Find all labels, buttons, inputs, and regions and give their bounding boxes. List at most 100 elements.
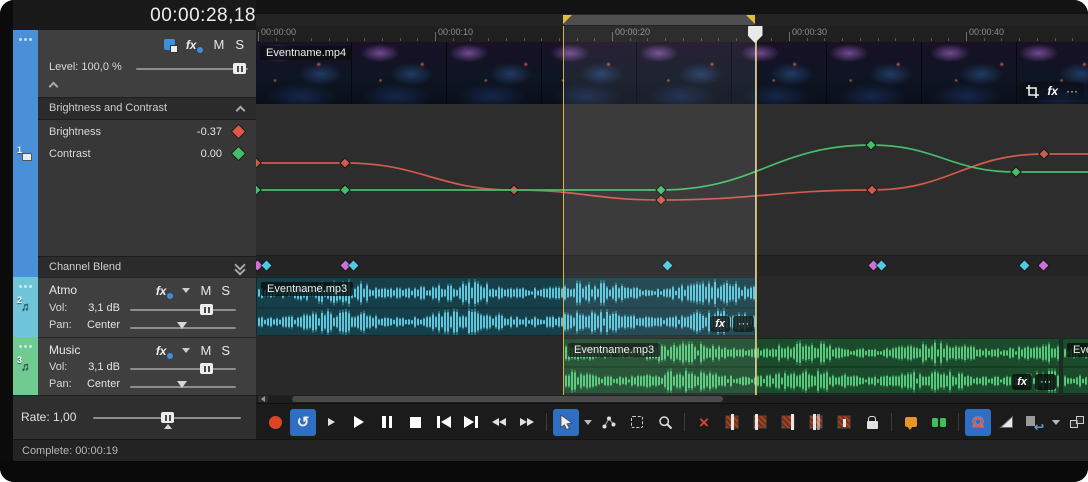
mute-button[interactable]: M bbox=[200, 283, 211, 298]
delete-objects-button[interactable]: × bbox=[691, 409, 717, 436]
video-track-strip[interactable]: 1 bbox=[13, 30, 38, 277]
contrast-keyframe[interactable] bbox=[1011, 167, 1021, 177]
record-button[interactable] bbox=[262, 409, 288, 436]
selection-tool-dropdown[interactable] bbox=[581, 409, 594, 436]
jump-to-start-button[interactable] bbox=[430, 409, 456, 436]
timeline[interactable]: 00:00:0000:00:1000:00:2000:00:3000:00:40… bbox=[256, 14, 1088, 395]
fx-button[interactable]: fx bbox=[186, 38, 203, 52]
trim-start-button[interactable] bbox=[747, 409, 773, 436]
timeline-keyframe[interactable] bbox=[262, 261, 272, 271]
collapse-chevron-icon[interactable] bbox=[236, 106, 246, 116]
lock-objects-button[interactable] bbox=[859, 409, 885, 436]
track-name[interactable]: Atmo bbox=[49, 283, 77, 297]
timeline-ruler[interactable]: 00:00:0000:00:1000:00:2000:00:3000:00:40 bbox=[256, 26, 1088, 43]
chevron-down-icon[interactable] bbox=[182, 348, 190, 353]
rate-slider[interactable] bbox=[93, 417, 241, 419]
vol-slider-handle[interactable] bbox=[200, 363, 213, 374]
keyframe-row[interactable] bbox=[256, 255, 1088, 278]
fx-button[interactable]: fx bbox=[156, 284, 173, 298]
brightness-curve[interactable] bbox=[256, 154, 1088, 200]
solo-button[interactable]: S bbox=[235, 37, 244, 52]
fx-button[interactable]: fx bbox=[1047, 84, 1058, 98]
expand-double-chevron-icon[interactable] bbox=[236, 262, 244, 272]
pan-slider[interactable] bbox=[130, 327, 236, 329]
level-slider[interactable] bbox=[136, 68, 248, 70]
vol-value[interactable]: 3,1 dB bbox=[78, 302, 120, 314]
vol-slider[interactable] bbox=[130, 309, 236, 311]
atmo-track-lane[interactable]: Eventname.mp3 fx ··· bbox=[256, 276, 1088, 337]
curve-edit-tool-button[interactable] bbox=[596, 409, 622, 436]
clip-more-button[interactable]: ··· bbox=[1035, 374, 1056, 390]
play-button[interactable] bbox=[346, 409, 372, 436]
scrollbar-handle[interactable] bbox=[292, 396, 723, 402]
video-track-lane[interactable]: Eventname.mp4 fx ··· bbox=[256, 42, 1088, 104]
vol-slider[interactable] bbox=[130, 368, 236, 370]
crossfade-editor-button[interactable] bbox=[993, 409, 1019, 436]
contrast-keyframe-diamond[interactable] bbox=[232, 147, 245, 160]
clip-fx-button[interactable]: fx bbox=[1012, 374, 1032, 390]
brightness-keyframe[interactable] bbox=[656, 195, 666, 205]
music-track-lane[interactable]: Eventname.mp3 fx ··· Eventname.mp3 bbox=[256, 337, 1088, 395]
track-name[interactable]: Music bbox=[49, 343, 80, 357]
selection-tool-button[interactable] bbox=[553, 409, 579, 436]
pan-slider-handle[interactable] bbox=[177, 322, 187, 329]
contrast-keyframe[interactable] bbox=[866, 140, 876, 150]
atmo-track-strip[interactable]: 2♫ bbox=[13, 277, 38, 337]
scroll-left-button[interactable] bbox=[258, 396, 268, 402]
more-button[interactable]: ··· bbox=[1066, 84, 1078, 98]
brightness-keyframe[interactable] bbox=[1039, 149, 1049, 159]
timeline-keyframe[interactable] bbox=[1039, 261, 1049, 271]
insert-mode-button[interactable]: ↩ bbox=[1021, 409, 1047, 436]
solo-button[interactable]: S bbox=[221, 283, 230, 298]
clip-fx-button[interactable]: fx bbox=[710, 316, 730, 332]
split-and-trim-button[interactable] bbox=[803, 409, 829, 436]
contrast-keyframe[interactable] bbox=[256, 185, 261, 195]
clip-more-button[interactable]: ··· bbox=[733, 316, 754, 332]
contrast-keyframe[interactable] bbox=[656, 185, 666, 195]
rate-slider-handle[interactable] bbox=[161, 412, 174, 423]
insert-mode-dropdown[interactable] bbox=[1049, 409, 1062, 436]
remove-object-part-button[interactable] bbox=[831, 409, 857, 436]
param-value[interactable]: -0.37 bbox=[197, 126, 222, 138]
fast-forward-button[interactable] bbox=[514, 409, 540, 436]
split-object-button[interactable] bbox=[719, 409, 745, 436]
set-range-markers-button[interactable] bbox=[926, 409, 952, 436]
effect-section-header[interactable]: Brightness and Contrast bbox=[38, 97, 256, 120]
vol-value[interactable]: 3,1 dB bbox=[78, 361, 120, 373]
contrast-keyframe[interactable] bbox=[340, 185, 350, 195]
range-bar[interactable] bbox=[256, 14, 1088, 26]
stop-button[interactable] bbox=[402, 409, 428, 436]
timeline-keyframe[interactable] bbox=[877, 261, 887, 271]
audio-clip-atmo[interactable]: Eventname.mp3 fx ··· bbox=[256, 277, 758, 336]
set-marker-button[interactable] bbox=[898, 409, 924, 436]
contrast-curve[interactable] bbox=[256, 145, 1088, 190]
pan-value[interactable]: Center bbox=[78, 319, 120, 331]
mute-button[interactable]: M bbox=[213, 37, 224, 52]
pan-value[interactable]: Center bbox=[78, 378, 120, 390]
timeline-scrollbar[interactable] bbox=[256, 395, 1088, 403]
timeline-keyframe[interactable] bbox=[1020, 261, 1030, 271]
music-track-strip[interactable]: 3♫ bbox=[13, 337, 38, 395]
snap-toggle-button[interactable]: Ω bbox=[965, 409, 991, 436]
audio-clip-music-2[interactable]: Eventname.mp3 bbox=[1062, 338, 1088, 394]
play-range-handle[interactable] bbox=[563, 15, 755, 25]
timeline-keyframe[interactable] bbox=[663, 261, 673, 271]
zoom-tool-button[interactable] bbox=[652, 409, 678, 436]
level-slider-handle[interactable] bbox=[233, 63, 246, 74]
timeline-keyframe[interactable] bbox=[349, 261, 359, 271]
param-value[interactable]: 0.00 bbox=[201, 148, 222, 160]
pan-slider[interactable] bbox=[130, 386, 236, 388]
channel-blend-header[interactable]: Channel Blend bbox=[38, 256, 256, 279]
range-selection-tool-button[interactable] bbox=[624, 409, 650, 436]
brightness-keyframe[interactable] bbox=[256, 158, 261, 168]
brightness-keyframe[interactable] bbox=[867, 185, 877, 195]
pan-slider-handle[interactable] bbox=[177, 381, 187, 388]
vol-slider-handle[interactable] bbox=[200, 304, 213, 315]
mute-button[interactable]: M bbox=[200, 343, 211, 358]
solo-button[interactable]: S bbox=[221, 343, 230, 358]
group-objects-button[interactable] bbox=[1064, 409, 1088, 436]
transition-icon[interactable] bbox=[164, 39, 175, 50]
play-once-button[interactable] bbox=[318, 409, 344, 436]
chevron-down-icon[interactable] bbox=[182, 288, 190, 293]
keyframe-curve-area[interactable] bbox=[256, 104, 1088, 255]
